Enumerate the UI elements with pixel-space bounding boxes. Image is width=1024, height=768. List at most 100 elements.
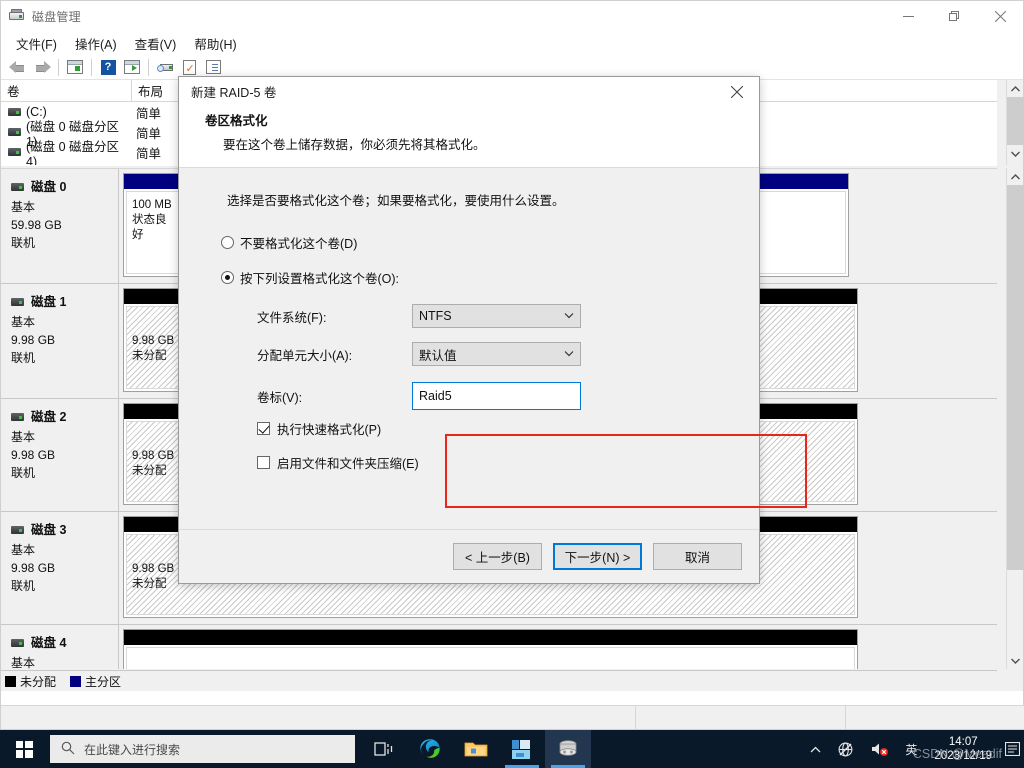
disk-info: 磁盘 3 基本 9.98 GB 联机 (1, 512, 119, 624)
graphical-view-scrollbar[interactable] (1006, 168, 1024, 669)
compression-checkbox[interactable]: 启用文件和文件夹压缩(E) (257, 453, 759, 472)
allocation-unit-value: 默认值 (419, 348, 457, 363)
tray-expand-icon[interactable] (803, 730, 828, 768)
toolbar-separator (148, 58, 149, 76)
network-icon[interactable] (830, 730, 861, 768)
task-view-icon[interactable] (361, 730, 407, 768)
partition-status: 状态良好 (132, 214, 167, 241)
volume-icon (8, 128, 21, 136)
disk-management-icon (9, 8, 25, 24)
clock-time: 14:07 (948, 736, 978, 748)
disk-status: 联机 (11, 579, 36, 593)
toolbar-separator (58, 58, 59, 76)
partition-size: 100 MB (132, 199, 172, 211)
ime-language-indicator[interactable]: 英 (898, 730, 924, 768)
search-icon (61, 741, 75, 758)
scroll-down-icon[interactable] (1007, 145, 1023, 162)
next-button[interactable]: 下一步(N) > (553, 543, 642, 570)
status-box-2 (845, 705, 1024, 730)
disk-info: 磁盘 2 基本 9.98 GB 联机 (1, 399, 119, 511)
disk-size: 9.98 GB (11, 333, 56, 347)
dialog-close-icon[interactable] (714, 77, 759, 106)
windows-logo-icon (15, 740, 33, 758)
filesystem-select[interactable]: NTFS (412, 304, 581, 328)
partition-bar (124, 630, 857, 645)
properties-icon[interactable]: ✓ (177, 56, 201, 78)
legend-label-unallocated: 未分配 (20, 674, 57, 689)
quick-format-checkbox[interactable]: 执行快速格式化(P) (257, 419, 759, 438)
radio-no-format-indicator[interactable] (221, 236, 234, 249)
radio-format[interactable]: 按下列设置格式化这个卷(O): (179, 268, 759, 287)
disk-info: 磁盘 4 基本 9.98 GB 未分配 (1, 625, 119, 669)
show-action-pane-icon[interactable] (120, 56, 144, 78)
taskbar-app-icons (361, 730, 591, 768)
new-raid5-volume-dialog: 新建 RAID-5 卷 卷区格式化 要在这个卷上储存数据，你必须先将其格式化。 … (178, 76, 807, 584)
volume-label-input[interactable]: Raid5 (412, 382, 581, 410)
cancel-button[interactable]: 取消 (653, 543, 742, 570)
form-row-allocation-unit: 分配单元大小(A): 默认值 (257, 339, 759, 369)
scroll-thumb[interactable] (1007, 185, 1024, 570)
menu-help[interactable]: 帮助(H) (185, 31, 245, 56)
disk-info: 磁盘 0 基本 59.98 GB 联机 (1, 169, 119, 283)
start-button[interactable] (0, 730, 48, 768)
taskbar-search-box[interactable]: 在此键入进行搜索 (50, 735, 355, 763)
back-arrow-icon[interactable] (6, 56, 30, 78)
server-manager-icon[interactable] (499, 730, 545, 768)
quick-format-label: 执行快速格式化(P) (277, 423, 382, 437)
allocation-unit-select[interactable]: 默认值 (412, 342, 581, 366)
menu-file[interactable]: 文件(F) (7, 31, 66, 56)
compression-checkbox-box[interactable] (257, 456, 270, 469)
taskbar-clock[interactable]: 14:07 2023/12/19 (926, 730, 1000, 768)
quick-format-checkbox-box[interactable] (257, 422, 270, 435)
legend-item-unallocated: 未分配 (5, 673, 56, 690)
form-row-volume-label: 卷标(V): Raid5 (257, 381, 759, 411)
help-icon[interactable]: ? (96, 56, 120, 78)
volume-list-scrollbar[interactable] (1006, 80, 1024, 165)
clock-date: 2023/12/19 (934, 750, 992, 762)
notification-center-icon[interactable] (1002, 730, 1022, 768)
legend-swatch-primary (70, 675, 82, 687)
disk-row[interactable]: 磁盘 4 基本 9.98 GB 未分配 9.98 GB 未分配 (1, 625, 997, 669)
disk-size: 9.98 GB (11, 561, 56, 575)
disk-status: 联机 (11, 351, 36, 365)
menu-view[interactable]: 查看(V) (126, 31, 186, 56)
radio-format-indicator[interactable] (221, 271, 234, 284)
legend-label-primary: 主分区 (85, 674, 122, 689)
menu-action[interactable]: 操作(A) (66, 31, 126, 56)
dialog-heading: 卷区格式化 (205, 114, 268, 128)
legend-swatch-unallocated (5, 675, 16, 687)
scroll-down-icon[interactable] (1007, 652, 1023, 669)
disk-title: 磁盘 3 (31, 523, 67, 537)
scroll-thumb[interactable] (1007, 97, 1024, 145)
disk-icon (11, 183, 24, 191)
filesystem-value: NTFS (419, 309, 452, 323)
status-box-1 (635, 705, 845, 730)
taskbar: 在此键入进行搜索 英 14:07 2023/12/19 (0, 730, 1024, 768)
column-header-volume[interactable]: 卷 (1, 80, 132, 101)
forward-arrow-icon[interactable] (30, 56, 54, 78)
disk-type: 基本 (11, 430, 36, 444)
edge-browser-icon[interactable] (407, 730, 453, 768)
back-button[interactable]: < 上一步(B) (453, 543, 542, 570)
partition[interactable]: 100 MB 状态良好 (123, 173, 185, 277)
scroll-up-icon[interactable] (1007, 80, 1023, 97)
toolbar-separator (91, 58, 92, 76)
rescan-disks-icon[interactable] (153, 56, 177, 78)
legend: 未分配 主分区 (1, 670, 997, 691)
disk-management-taskbar-icon[interactable] (545, 730, 591, 768)
dialog-title-bar: 新建 RAID-5 卷 (179, 77, 759, 106)
dialog-subheading: 要在这个卷上储存数据，你必须先将其格式化。 (223, 138, 486, 152)
volume-muted-icon[interactable] (863, 730, 896, 768)
scroll-up-icon[interactable] (1007, 168, 1023, 185)
maximize-button[interactable] (931, 1, 977, 31)
list-view-icon[interactable] (201, 56, 225, 78)
chevron-down-icon (564, 349, 574, 360)
file-explorer-icon[interactable] (453, 730, 499, 768)
minimize-button[interactable] (885, 1, 931, 31)
close-button[interactable] (977, 1, 1023, 31)
volume-icon (8, 108, 21, 116)
partition[interactable]: 9.98 GB 未分配 (123, 629, 858, 669)
radio-no-format[interactable]: 不要格式化这个卷(D) (179, 233, 759, 252)
show-hide-console-tree-icon[interactable] (63, 56, 87, 78)
system-tray: 英 14:07 2023/12/19 (803, 730, 1024, 768)
